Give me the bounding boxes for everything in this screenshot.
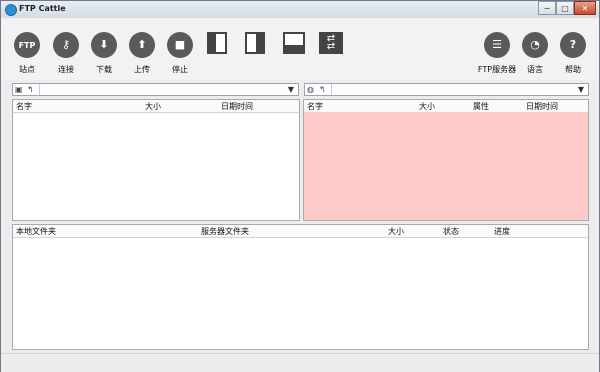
download-label: 下载 [96, 65, 112, 74]
remote-col-size[interactable]: 大小 [419, 101, 435, 112]
layout-right-pane-button[interactable] [245, 32, 265, 54]
site-button[interactable]: FTP [14, 32, 40, 58]
app-window: FTP Cattle − □ ✕ FTP 站点 ⚷ 连接 ⬇ 下载 ⬆ 上传 ■… [0, 0, 600, 372]
server-icon: ☰ [492, 38, 502, 51]
upload-button[interactable]: ⬆ [129, 32, 155, 58]
ftp-server-label: FTP服务器 [477, 65, 517, 74]
download-button[interactable]: ⬇ [91, 32, 117, 58]
transfer-col-status[interactable]: 状态 [443, 226, 459, 237]
speech-bubble-icon: ◔ [530, 38, 540, 51]
close-button[interactable]: ✕ [574, 1, 596, 15]
toolbar: FTP 站点 ⚷ 连接 ⬇ 下载 ⬆ 上传 ■ 停止 ⇄ ⇄ ☰ FTP服务器 ◔… [1, 18, 599, 80]
layout-left-icon [209, 34, 216, 52]
connect-button[interactable]: ⚷ [53, 32, 79, 58]
transfer-col-local-folder[interactable]: 本地文件夹 [16, 226, 56, 237]
layout-right-icon [256, 34, 263, 52]
local-path-dropdown-icon[interactable]: ▼ [286, 84, 296, 95]
title-bar: FTP Cattle − □ ✕ [1, 1, 599, 18]
stop-label: 停止 [172, 65, 188, 74]
local-computer-icon: ▣ [15, 85, 23, 94]
upload-label: 上传 [134, 65, 150, 74]
layout-bottom-pane-button[interactable] [283, 32, 305, 54]
transfer-col-size[interactable]: 大小 [388, 226, 404, 237]
globe-icon: ◍ [307, 85, 314, 94]
help-button[interactable]: ? [560, 32, 586, 58]
stop-button[interactable]: ■ [167, 32, 193, 58]
remote-col-name[interactable]: 名字 [307, 101, 323, 112]
status-bar [1, 353, 599, 372]
language-button[interactable]: ◔ [522, 32, 548, 58]
layout-bottom-icon [285, 45, 303, 52]
window-title: FTP Cattle [19, 4, 66, 13]
minimize-button[interactable]: − [538, 1, 556, 15]
local-col-size[interactable]: 大小 [145, 101, 161, 112]
transfer-col-progress[interactable]: 进度 [494, 226, 510, 237]
arrow-up-icon: ⬆ [137, 38, 147, 51]
remote-path-dropdown-icon[interactable]: ▼ [576, 84, 586, 95]
local-col-name[interactable]: 名字 [16, 101, 32, 112]
layout-left-pane-button[interactable] [207, 32, 227, 54]
app-logo-icon [5, 4, 17, 16]
transfer-col-server-folder[interactable]: 服务器文件夹 [201, 226, 249, 237]
language-label: 语言 [527, 65, 543, 74]
remote-file-list[interactable]: 名字 大小 属性 日期时间 [303, 99, 589, 221]
maximize-button[interactable]: □ [556, 1, 574, 15]
remote-col-attributes[interactable]: 属性 [473, 101, 489, 112]
swap-button[interactable]: ⇄ ⇄ [319, 32, 343, 54]
stop-icon: ■ [174, 38, 186, 51]
connect-label: 连接 [58, 65, 74, 74]
ftp-icon: FTP [18, 41, 36, 50]
local-col-datetime[interactable]: 日期时间 [221, 101, 253, 112]
arrow-down-icon: ⬇ [99, 38, 109, 51]
local-path-input[interactable] [39, 84, 284, 95]
ftp-server-button[interactable]: ☰ [484, 32, 510, 58]
folder-tree-icon[interactable]: ↰ [319, 85, 327, 94]
transfer-queue-header: 本地文件夹 服务器文件夹 大小 状态 进度 [13, 225, 588, 238]
local-list-header: 名字 大小 日期时间 [13, 100, 299, 113]
remote-list-body[interactable] [304, 112, 588, 220]
folder-tree-icon[interactable]: ↰ [27, 85, 35, 94]
site-label: 站点 [19, 65, 35, 74]
local-file-list[interactable]: 名字 大小 日期时间 [12, 99, 300, 221]
transfer-queue[interactable]: 本地文件夹 服务器文件夹 大小 状态 进度 [12, 224, 589, 350]
help-label: 帮助 [565, 65, 581, 74]
swap-arrows-icon: ⇄ ⇄ [326, 33, 336, 52]
remote-path-bar: ◍ ↰ ▼ [304, 83, 589, 96]
key-icon: ⚷ [61, 38, 71, 51]
question-icon: ? [569, 38, 577, 51]
remote-path-input[interactable] [331, 84, 574, 95]
remote-col-datetime[interactable]: 日期时间 [526, 101, 558, 112]
local-path-bar: ▣ ↰ ▼ [12, 83, 299, 96]
